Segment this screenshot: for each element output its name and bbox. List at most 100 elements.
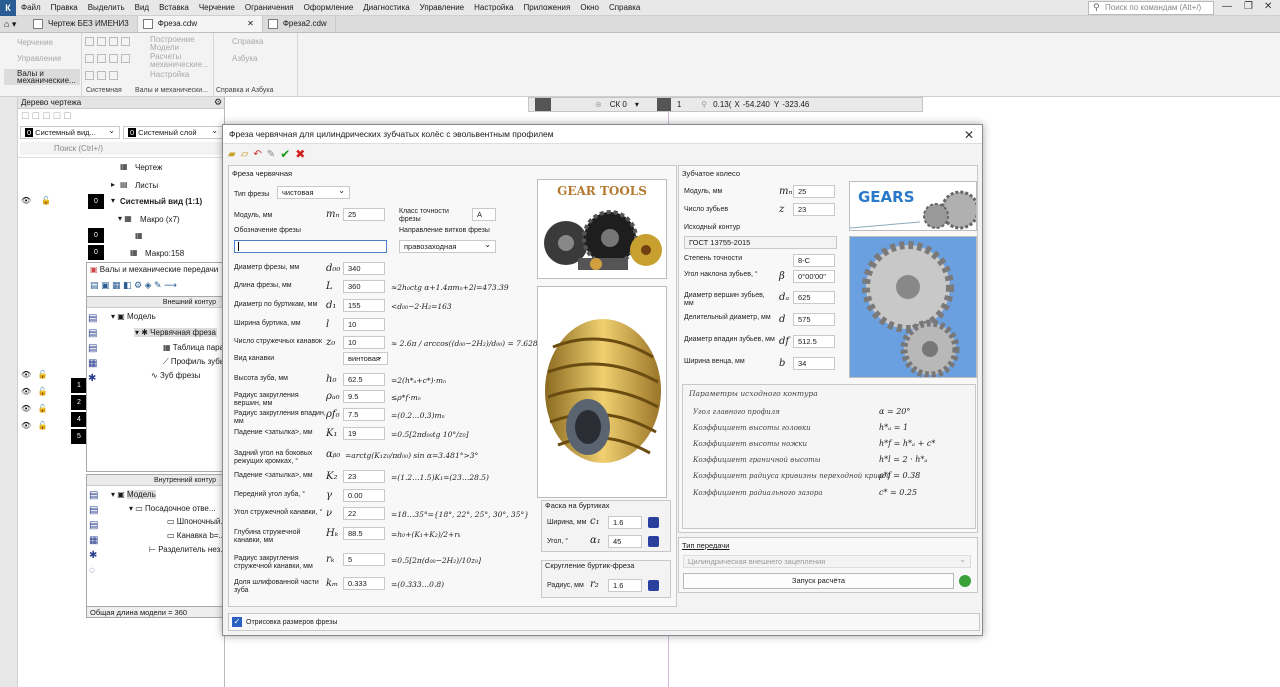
tab-1[interactable]: Фреза.cdw ✕	[137, 16, 263, 32]
tree-row-macro[interactable]: ▾ ▦ Макро (x7)	[18, 211, 225, 228]
ribbon-icon-row1[interactable]	[85, 37, 133, 46]
cutter-row-input[interactable]: 19	[343, 427, 385, 440]
menu-item-4[interactable]: Вставка	[154, 0, 194, 16]
tree-row-system-view[interactable]: 👁 🔓 ▾ Системный вид (1:1)	[18, 194, 225, 211]
snap-icon[interactable]	[535, 98, 551, 111]
round-radius-pick-icon[interactable]	[648, 580, 659, 591]
cutter-row-input[interactable]: 0.333	[343, 577, 385, 590]
visibility-icon[interactable]: 👁 🔓	[21, 370, 48, 379]
home-icon[interactable]: ⌂ ▾	[0, 16, 28, 32]
view-select[interactable]: 0 Системный вид...	[20, 125, 120, 139]
menu-item-5[interactable]: Черчение	[194, 0, 240, 16]
cutter-row-input[interactable]: 9.5	[343, 390, 385, 403]
ribbon-drawing[interactable]: Черчение	[17, 39, 53, 47]
cutter-row-input[interactable]: 10	[343, 336, 385, 349]
cutter-row-input[interactable]: 23	[343, 470, 385, 483]
ribbon-help[interactable]: Справка	[232, 38, 263, 46]
menu-item-12[interactable]: Окно	[575, 0, 604, 16]
chamfer-angle-pick-icon[interactable]	[648, 536, 659, 547]
ribbon-models[interactable]: Модели	[150, 44, 179, 52]
folder-icon[interactable]: ▱	[241, 149, 249, 160]
zoom-icon[interactable]: ⚲	[701, 100, 707, 109]
outer-item-model[interactable]: ▾ ▣ Модель	[111, 312, 156, 321]
cs-dropdown-icon[interactable]: ▾	[635, 100, 639, 109]
cs-label[interactable]: СК 0	[610, 100, 627, 109]
undo-icon[interactable]: ↶	[253, 149, 261, 160]
tree-search-input[interactable]: Поиск (Ctrl+/)	[20, 142, 223, 155]
gear-row-input[interactable]: 575	[793, 313, 835, 326]
dialog-close-icon[interactable]: ✕	[964, 128, 974, 142]
chamfer-width-input[interactable]: 1.6	[608, 516, 642, 529]
visibility-icon[interactable]: 👁 🔓	[21, 387, 48, 396]
layer-select[interactable]: 0 Системный слой	[123, 125, 223, 139]
grid-icon[interactable]	[656, 98, 671, 111]
outer-item-worm-cutter[interactable]: ▾ ✱ Червячная фреза	[134, 328, 217, 337]
ribbon-icon-row2[interactable]	[85, 54, 133, 63]
minimize-icon[interactable]: —	[1222, 1, 1232, 12]
gear-row-input[interactable]: 8-C	[793, 254, 835, 267]
cutter-row-input[interactable]: 155	[343, 299, 385, 312]
cutter-type-select[interactable]: чистовая	[277, 185, 350, 199]
visibility-icon[interactable]: 👁 🔓	[21, 421, 48, 430]
chamfer-width-pick-icon[interactable]	[648, 517, 659, 528]
menu-item-13[interactable]: Справка	[604, 0, 645, 16]
ribbon-icon-row3[interactable]	[85, 71, 121, 80]
gear-row-input[interactable]: 34	[793, 357, 835, 370]
menu-item-9[interactable]: Управление	[415, 0, 469, 16]
menu-item-2[interactable]: Выделить	[83, 0, 130, 16]
lock-icon[interactable]: 🔓	[41, 196, 51, 205]
outer-item-table[interactable]: ▦ Таблица пара...	[163, 343, 231, 352]
inner-item-groove[interactable]: ▭ Канавка b=...	[167, 531, 225, 540]
brush-icon[interactable]: ✎	[267, 149, 275, 160]
chamfer-angle-input[interactable]: 45	[608, 535, 642, 548]
tab-2[interactable]: Фреза2.cdw	[263, 16, 336, 32]
round-radius-input[interactable]: 1.6	[608, 579, 642, 592]
inner-side-icons[interactable]: ▤ ▤ ▤ ▦ ✱ ◌	[89, 488, 103, 578]
tree-row-macro-icon[interactable]: ▦	[18, 228, 225, 245]
tab-close-icon[interactable]: ✕	[247, 19, 254, 28]
outer-side-icons[interactable]: ▤ ▤ ▤ ▦ ✱	[88, 311, 102, 384]
transmission-select[interactable]: Цилиндрическая внешнего зацепления	[683, 554, 971, 568]
ribbon-azbuka[interactable]: Азбука	[232, 55, 257, 63]
ortho-icon[interactable]: ⊕	[595, 100, 602, 109]
ribbon-shafts[interactable]: Валы и механические...	[4, 69, 80, 85]
tree-row-macro158[interactable]: ▦ Макро:158	[18, 245, 225, 262]
outer-item-profile[interactable]: ⟋ Профиль зубь...	[163, 357, 231, 367]
groove-select[interactable]: винтовая	[343, 351, 388, 365]
tree-row-sheets[interactable]: ▸ ▤ Листы	[18, 177, 225, 194]
accuracy-input[interactable]: A	[472, 208, 496, 221]
menu-item-0[interactable]: Файл	[16, 0, 46, 16]
inner-item-model[interactable]: ▾ ▣ Модель	[111, 490, 156, 499]
draw-dims-checkbox[interactable]: ✓	[232, 617, 242, 627]
close-window-icon[interactable]: ✕	[1264, 1, 1272, 12]
outer-item-tooth[interactable]: ∿ Зуб фрезы	[151, 371, 200, 380]
gear-row-input[interactable]: 23	[793, 203, 835, 216]
inner-item-bore[interactable]: ▾ ▭ Посадочное отве...	[129, 504, 216, 513]
designation-input[interactable]	[234, 240, 387, 253]
visibility-icon[interactable]: 👁 🔓	[21, 404, 48, 413]
ok-icon[interactable]: ✔	[280, 147, 290, 161]
cutter-row-input[interactable]: 88.5	[343, 527, 385, 540]
menu-item-11[interactable]: Приложения	[519, 0, 576, 16]
cancel-icon[interactable]: ✖	[295, 147, 305, 161]
gear-row-input[interactable]: 0°00'00"	[793, 270, 835, 283]
inner-item-separator[interactable]: ⊢ Разделитель нез...	[149, 545, 227, 554]
command-search-input[interactable]: Поиск по командам (Alt+/)	[1088, 1, 1214, 15]
menu-item-7[interactable]: Оформление	[299, 0, 359, 16]
ribbon-management[interactable]: Управление	[17, 55, 61, 63]
visibility-icon[interactable]: 👁	[21, 196, 31, 205]
cutter-row-input[interactable]: 7.5	[343, 408, 385, 421]
menu-item-3[interactable]: Вид	[130, 0, 154, 16]
tree-toolbar-icons[interactable]: ☐ ☐ ☐ ☐ ☐	[21, 111, 71, 122]
cutter-row-input[interactable]: 10	[343, 318, 385, 331]
open-icon[interactable]: ▰	[228, 149, 236, 160]
maximize-icon[interactable]: ❐	[1244, 1, 1253, 12]
gear-row-input[interactable]: 25	[793, 185, 835, 198]
run-calc-button[interactable]: Запуск расчёта	[683, 573, 954, 589]
module-input[interactable]: 25	[343, 208, 385, 221]
gear-row-input[interactable]: 512.5	[793, 335, 835, 348]
gear-row-input[interactable]: 625	[793, 291, 835, 304]
tree-row-drawing[interactable]: ▦ Чертеж	[18, 159, 225, 176]
direction-select[interactable]: правозаходная	[399, 239, 496, 253]
tree-settings-icon[interactable]: ⚙	[214, 97, 222, 108]
